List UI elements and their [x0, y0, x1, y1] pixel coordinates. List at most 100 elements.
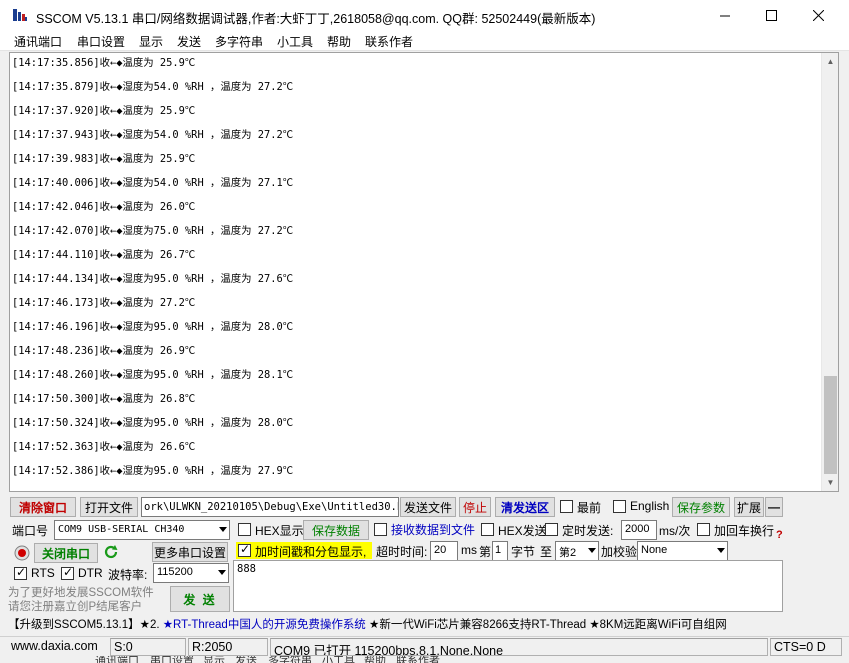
file-path-field[interactable]: ork\ULWKN_20210105\Debug\Exe\Untitled30.… — [141, 497, 399, 517]
interval-input[interactable]: 2000 — [621, 520, 657, 540]
byte-start-input[interactable]: 1 — [492, 541, 508, 561]
clear-window-button[interactable]: 清除窗口 — [10, 497, 76, 517]
hex-display-checkbox[interactable] — [238, 523, 251, 536]
baud-select[interactable]: 115200 — [153, 563, 229, 583]
menu-send[interactable]: 发送 — [177, 33, 201, 50]
status-bar: www.daxia.com S:0 R:2050 COM9 已打开 115200… — [0, 636, 849, 656]
byte-label: 字节 — [511, 545, 536, 559]
log-line: [14:17:35.879]收←◆湿度为54.0 %RH ，温度为 27.2℃ — [12, 81, 294, 93]
save-params-button[interactable]: 保存参数 — [672, 497, 730, 517]
app-icon — [13, 9, 27, 21]
window-title: SSCOM V5.13.1 串口/网络数据调试器,作者:大虾丁丁,2618058… — [36, 12, 596, 26]
vertical-scrollbar[interactable]: ▲ ▼ — [821, 53, 838, 491]
english-checkbox[interactable] — [613, 500, 626, 513]
menu-display[interactable]: 显示 — [139, 33, 163, 50]
minimize-button[interactable] — [702, 0, 748, 31]
ghost-menu-item: 联系作者 — [396, 656, 440, 663]
status-website[interactable]: www.daxia.com — [8, 638, 108, 656]
close-icon — [812, 10, 824, 21]
timeout-unit-label: ms — [461, 543, 477, 557]
hex-display-label: HEX显示 — [255, 524, 304, 538]
menu-comm-port[interactable]: 通讯端口 — [14, 33, 62, 50]
maximize-icon — [765, 10, 777, 21]
english-label: English — [630, 499, 670, 513]
ticker-part-1: 【升级到SSCOM5.13.1】★2. — [8, 619, 163, 631]
more-serial-settings-button[interactable]: 更多串口设置 — [152, 542, 228, 562]
send-file-button[interactable]: 发送文件 — [400, 497, 456, 517]
status-port: COM9 已打开 115200bps,8,1,None,None — [270, 638, 768, 656]
send-button[interactable]: 发 送 — [170, 586, 230, 612]
log-line: [14:17:39.983]收←◆温度为 25.9℃ — [12, 153, 196, 165]
recv-to-file-label[interactable]: 接收数据到文件 — [391, 521, 475, 538]
ghost-menu-item: 小工具 — [322, 656, 355, 663]
menu-help[interactable]: 帮助 — [327, 33, 351, 50]
port-select[interactable]: COM9 USB-SERIAL CH340 — [54, 520, 230, 540]
ghost-menu-item: 串口设置 — [150, 656, 194, 663]
maximize-button[interactable] — [748, 0, 794, 31]
ghost-menu-item: 通讯端口 — [95, 656, 139, 663]
ticker-part-3: ★新一代WiFi芯片兼容8266支持RT-Thread ★8KM远距离WiFi可… — [365, 619, 727, 631]
byte-end-select[interactable]: 第2 — [555, 541, 599, 561]
promo-line-2: 请您注册嘉立创P结尾客户 — [8, 601, 143, 613]
timeout-input[interactable]: 20 — [430, 541, 458, 561]
promo-line-1: 为了更好地发展SSCOM软件 — [8, 587, 154, 599]
port-value: COM9 USB-SERIAL CH340 — [58, 524, 185, 535]
save-data-button[interactable]: 保存数据 — [303, 520, 369, 540]
timed-send-label: 定时发送: — [562, 524, 614, 538]
byte-prefix-label: 第 — [479, 545, 492, 559]
news-ticker[interactable]: 【升级到SSCOM5.13.1】★2. ★RT-Thread中国人的开源免费操作… — [8, 616, 843, 634]
rts-label: RTS — [31, 566, 55, 580]
menu-serial-settings[interactable]: 串口设置 — [77, 33, 125, 50]
recv-to-file-checkbox[interactable] — [374, 523, 387, 536]
timed-send-checkbox[interactable] — [545, 523, 558, 536]
background-window-menu: 通讯端口 串口设置 显示 发送 多字符串 小工具 帮助 联系作者 — [0, 656, 849, 663]
scroll-down-icon[interactable]: ▼ — [822, 474, 838, 491]
byte-end-value: 第2 — [559, 547, 577, 559]
promo-text[interactable]: 为了更好地发展SSCOM软件 请您注册嘉立创P结尾客户 — [8, 586, 168, 614]
log-line: [14:17:42.046]收←◆温度为 26.0℃ — [12, 201, 196, 213]
latest-label: 最前 — [577, 501, 602, 515]
clear-send-button[interactable]: 清发送区 — [495, 497, 555, 517]
log-line: [14:17:44.110]收←◆温度为 26.7℃ — [12, 249, 196, 261]
collapse-button[interactable]: — — [765, 497, 783, 517]
log-line: [14:17:48.236]收←◆温度为 26.9℃ — [12, 345, 196, 357]
refresh-icon[interactable] — [103, 544, 119, 560]
add-crlf-checkbox[interactable] — [697, 523, 710, 536]
ticker-part-2[interactable]: ★RT-Thread中国人的开源免费操作系统 — [163, 619, 366, 631]
title-bar: SSCOM V5.13.1 串口/网络数据调试器,作者:大虾丁丁,2618058… — [0, 0, 849, 31]
log-line: [14:17:50.300]收←◆温度为 26.8℃ — [12, 393, 196, 405]
open-file-button[interactable]: 打开文件 — [80, 497, 138, 517]
baud-label: 波特率: — [108, 568, 148, 582]
log-line: [14:17:37.920]收←◆温度为 25.9℃ — [12, 105, 196, 117]
latest-checkbox[interactable] — [560, 500, 573, 513]
log-line: [14:17:37.943]收←◆湿度为54.0 %RH ，温度为 27.2℃ — [12, 129, 294, 141]
timestamp-label: 加时间戳和分包显示, — [255, 545, 367, 559]
port-status-led-icon — [14, 545, 30, 561]
menu-contact-author[interactable]: 联系作者 — [365, 33, 413, 50]
interval-unit-label: ms/次 — [659, 524, 691, 538]
log-line: [14:17:40.006]收←◆湿度为54.0 %RH ，温度为 27.1℃ — [12, 177, 294, 189]
baud-value: 115200 — [157, 566, 193, 578]
rts-checkbox[interactable] — [14, 565, 27, 580]
scroll-thumb[interactable] — [824, 376, 837, 474]
help-icon[interactable]: ? — [776, 529, 783, 541]
log-line: [14:17:46.173]收←◆温度为 27.2℃ — [12, 297, 196, 309]
dtr-checkbox[interactable] — [61, 565, 74, 580]
menu-multi-string[interactable]: 多字符串 — [215, 33, 263, 50]
receive-area[interactable]: [14:17:35.856]收←◆温度为 25.9℃ [14:17:35.879… — [9, 52, 839, 492]
scroll-up-icon[interactable]: ▲ — [822, 53, 838, 70]
status-cts: CTS=0 D — [770, 638, 842, 656]
timestamp-checkbox[interactable] — [238, 542, 251, 557]
menu-tools[interactable]: 小工具 — [277, 33, 313, 50]
checksum-select[interactable]: None — [637, 541, 728, 561]
to-label: 至 — [540, 545, 553, 559]
close-port-button[interactable]: 关闭串口 — [34, 543, 98, 563]
expand-button[interactable]: 扩展 — [734, 497, 764, 517]
dtr-label: DTR — [78, 566, 103, 580]
stop-button[interactable]: 停止 — [459, 497, 491, 517]
ghost-menu-item: 显示 — [203, 656, 225, 663]
send-input[interactable]: 888 — [233, 560, 783, 612]
hex-send-checkbox[interactable] — [481, 523, 494, 536]
close-button[interactable] — [795, 0, 841, 31]
log-line: [14:17:42.070]收←◆湿度为75.0 %RH ，温度为 27.2℃ — [12, 225, 294, 237]
